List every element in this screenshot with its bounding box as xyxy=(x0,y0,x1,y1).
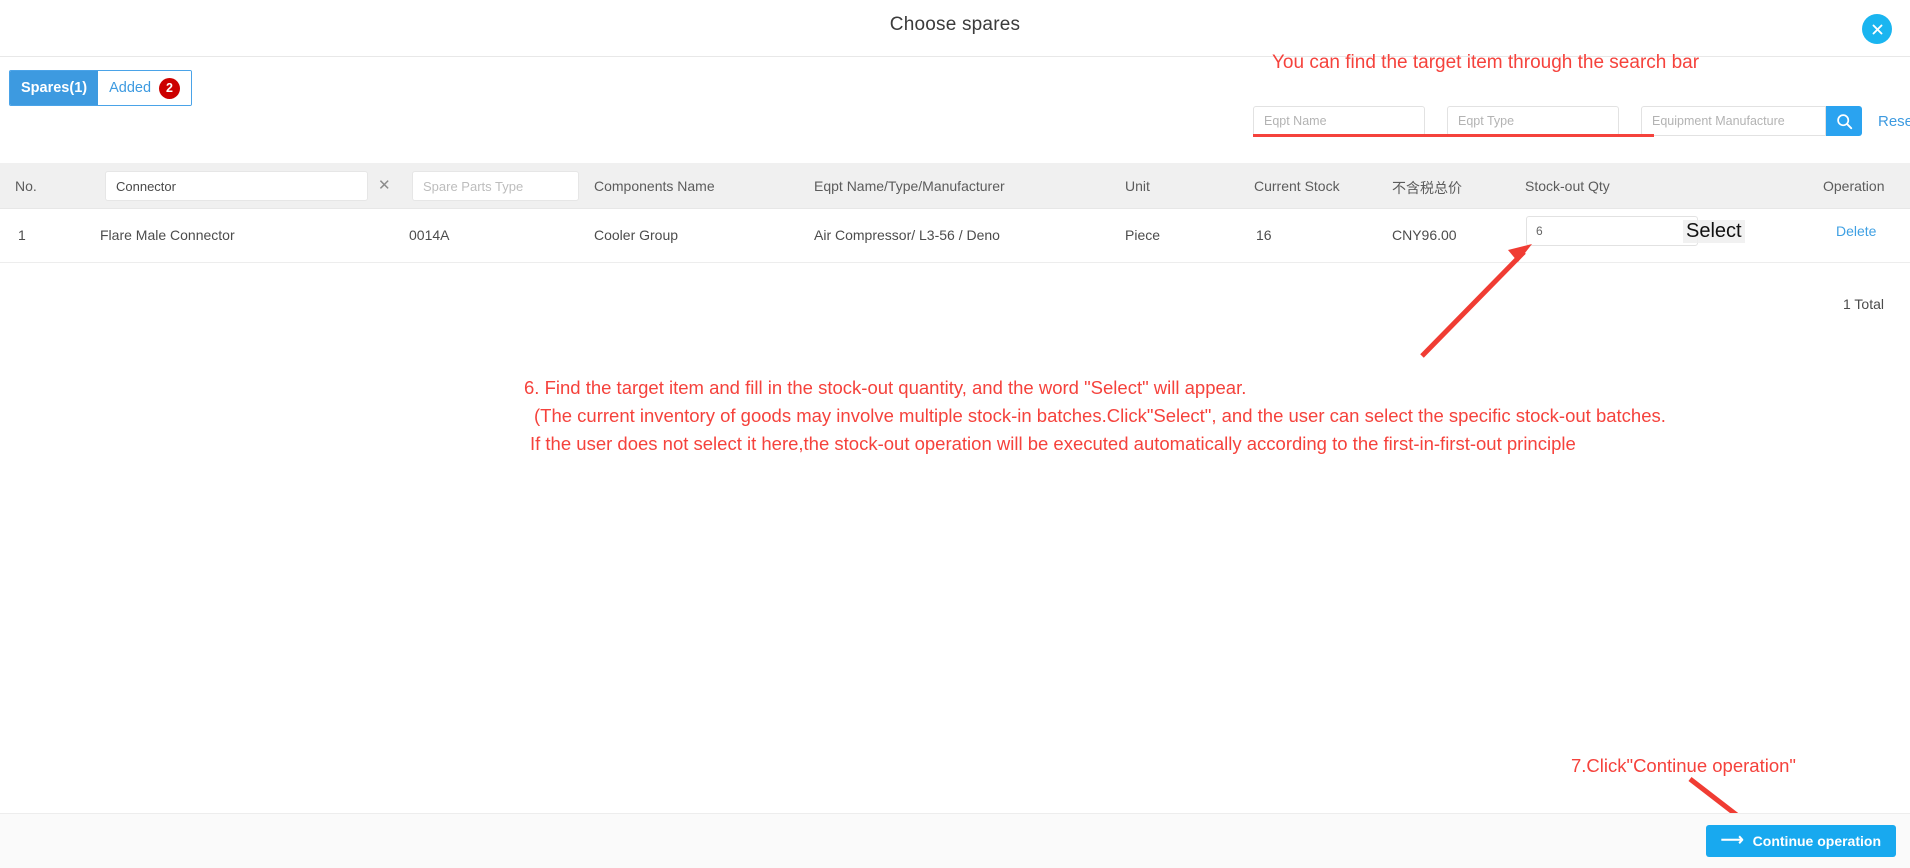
annotation-search-underline xyxy=(1253,134,1654,137)
column-header-eqpt-info: Eqpt Name/Type/Manufacturer xyxy=(814,178,1005,194)
close-glyph xyxy=(1872,24,1882,34)
search-input-eqpt-name[interactable] xyxy=(1253,106,1425,136)
cell-no: 1 xyxy=(18,227,26,243)
search-input-equipment-manufacture[interactable] xyxy=(1641,106,1826,136)
annotation-step6-line2: (The current inventory of goods may invo… xyxy=(534,405,1666,426)
cell-components-name: Cooler Group xyxy=(594,227,679,243)
clear-x-icon[interactable]: ✕ xyxy=(378,178,391,193)
column-header-no: No. xyxy=(15,178,37,194)
close-icon[interactable] xyxy=(1862,14,1892,44)
search-button[interactable] xyxy=(1826,106,1862,136)
annotation-step6-line1: 6. Find the target item and fill in the … xyxy=(524,377,1247,398)
page-title: Choose spares xyxy=(889,14,1021,35)
tab-spares[interactable]: Spares(1) xyxy=(10,71,99,105)
tab-spares-label: Spares(1) xyxy=(21,80,88,96)
column-header-price: 不含税总价 xyxy=(1392,180,1462,196)
delete-row-button[interactable]: Delete xyxy=(1836,223,1876,239)
pagination-total: 1 Total xyxy=(1843,296,1884,312)
table-header: No. ✕ Components Name Eqpt Name/Type/Man… xyxy=(0,163,1910,209)
search-input-eqpt-type[interactable] xyxy=(1447,106,1619,136)
annotation-step7: 7.Click"Continue operation" xyxy=(1571,755,1796,776)
column-header-unit: Unit xyxy=(1125,178,1150,194)
select-batch-link[interactable]: Select xyxy=(1683,220,1745,243)
tab-added-badge: 2 xyxy=(159,77,181,99)
tab-added[interactable]: Added 2 xyxy=(98,71,192,105)
cell-unit: Piece xyxy=(1125,227,1161,243)
dialog-titlebar: Choose spares xyxy=(0,0,1910,57)
cell-spare-code: 0014A xyxy=(409,227,450,243)
column-header-operation: Operation xyxy=(1823,178,1885,194)
continue-operation-label: Continue operation xyxy=(1752,833,1881,849)
reset-label: Reset xyxy=(1878,112,1910,130)
arrow-right-icon: ⟶ xyxy=(1720,832,1744,849)
search-icon xyxy=(1836,113,1852,129)
stock-out-qty-input[interactable] xyxy=(1526,216,1698,246)
column-header-stock-out-qty: Stock-out Qty xyxy=(1525,178,1610,194)
cell-spare-name: Flare Male Connector xyxy=(100,227,235,243)
column-header-components-name: Components Name xyxy=(594,178,715,194)
spares-tabs: Spares(1) Added 2 xyxy=(9,70,193,106)
cell-eqpt-info: Air Compressor/ L3-56 / Deno xyxy=(814,227,1000,243)
search-filter-bar: Reset xyxy=(1253,106,1910,136)
filter-input-spare-name[interactable] xyxy=(105,171,368,201)
column-header-current-stock: Current Stock xyxy=(1254,178,1340,194)
filter-input-spare-parts-type[interactable] xyxy=(412,171,579,201)
dialog-footer: ⟶ Continue operation xyxy=(0,813,1910,868)
continue-operation-button[interactable]: ⟶ Continue operation xyxy=(1705,825,1896,857)
tab-added-label: Added xyxy=(109,80,152,96)
cell-current-stock: 16 xyxy=(1256,227,1272,243)
choose-spares-dialog: Choose spares Spares(1) Added 2 You can … xyxy=(0,0,1910,868)
annotation-step6-line3: If the user does not select it here,the … xyxy=(530,433,1576,454)
annotation-search-note: You can find the target item through the… xyxy=(1272,52,1700,73)
reset-button[interactable]: Reset xyxy=(1878,106,1910,136)
cell-price: CNY96.00 xyxy=(1392,227,1457,243)
annotation-step6: 6. Find the target item and fill in the … xyxy=(524,374,1666,458)
